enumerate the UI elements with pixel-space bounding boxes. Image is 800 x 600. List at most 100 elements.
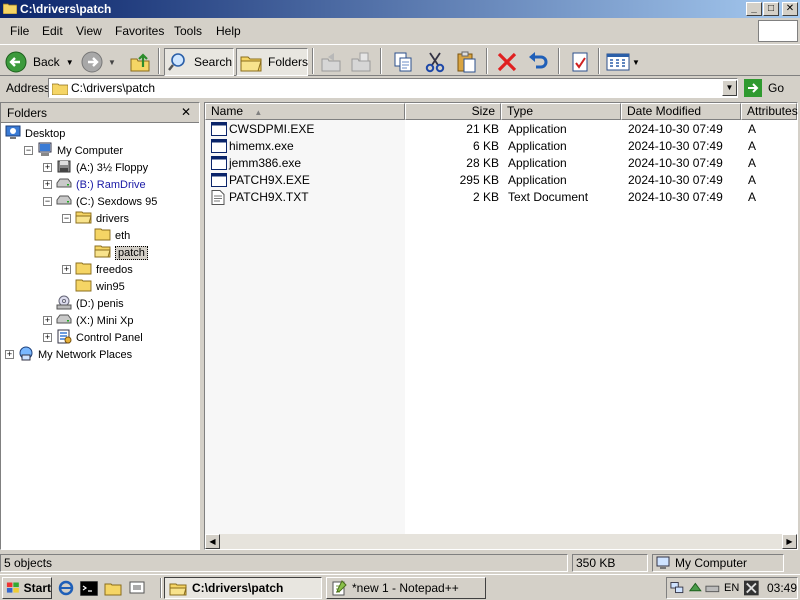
tree-item[interactable]: + My Network Places — [5, 346, 197, 363]
tree-item[interactable]: win95 — [5, 278, 197, 295]
file-size: 2 KB — [472, 190, 499, 204]
scroll-right-button[interactable]: ▶ — [782, 534, 797, 549]
file-row[interactable]: PATCH9X.EXE 295 KB Application 2024-10-30 0… — [205, 172, 797, 189]
scissors-icon — [425, 52, 445, 73]
tree-item[interactable]: − drivers — [5, 210, 197, 227]
undo-button[interactable] — [524, 48, 552, 76]
collapse-icon[interactable]: − — [62, 214, 71, 223]
folders-label: Folders — [268, 55, 309, 69]
tree-item[interactable]: − My Computer — [5, 142, 197, 159]
minimize-button[interactable]: _ — [746, 2, 762, 16]
copy-to-icon — [351, 52, 371, 72]
tree-item[interactable]: + (B:) RamDrive — [5, 176, 197, 193]
collapse-icon[interactable]: − — [43, 197, 52, 206]
tree-item[interactable]: + (A:) 3½ Floppy — [5, 159, 197, 176]
back-arrow-icon — [5, 51, 27, 73]
copy-icon — [394, 52, 412, 72]
column-header-attributes[interactable]: Attributes — [741, 103, 798, 120]
app-icon — [211, 156, 227, 173]
views-button[interactable]: ▼ — [606, 48, 642, 76]
folders-pane: Folders ✕ Desktop − My Computer + (A:) 3½ Fl… — [0, 102, 200, 550]
menu-file[interactable]: File — [10, 24, 29, 38]
menu-bar: File Edit View Favorites Tools Help — [0, 20, 800, 42]
drive-icon — [56, 193, 72, 211]
collapse-icon[interactable]: − — [24, 146, 33, 155]
network-tray-icon[interactable] — [670, 581, 685, 595]
file-size: 295 KB — [459, 173, 499, 187]
column-header-size[interactable]: Size — [405, 103, 501, 120]
tree-item[interactable]: + freedos — [5, 261, 197, 278]
folder-icon — [52, 83, 68, 95]
expand-icon[interactable]: + — [43, 180, 52, 189]
expand-icon[interactable]: + — [43, 333, 52, 342]
up-folder-button[interactable] — [126, 48, 154, 76]
folders-button[interactable]: Folders — [236, 48, 308, 76]
tool-tray-icon[interactable] — [744, 580, 759, 596]
command-prompt-icon[interactable] — [80, 580, 98, 596]
language-indicator[interactable]: EN — [724, 582, 739, 594]
chevron-down-icon[interactable]: ▼ — [108, 58, 116, 67]
tree-item[interactable]: + Control Panel — [5, 329, 197, 346]
paste-button[interactable] — [452, 48, 480, 76]
chevron-down-icon[interactable]: ▼ — [66, 58, 74, 67]
safely-remove-hardware-icon[interactable] — [688, 581, 703, 595]
menu-view[interactable]: View — [76, 24, 102, 38]
title-bar[interactable]: C:\drivers\patch _ □ ✕ — [0, 0, 800, 18]
address-dropdown-button[interactable]: ▼ — [722, 80, 737, 96]
drive-tray-icon[interactable] — [705, 581, 720, 595]
close-button[interactable]: ✕ — [782, 2, 798, 16]
file-name: himemx.exe — [229, 139, 294, 153]
expand-icon[interactable]: + — [43, 163, 52, 172]
address-input[interactable]: C:\drivers\patch ▼ — [48, 78, 738, 98]
file-row[interactable]: jemm386.exe 28 KB Application 2024-10-30 07… — [205, 155, 797, 172]
go-button[interactable]: Go — [744, 78, 798, 98]
computer-icon — [656, 556, 670, 569]
tree-item[interactable]: (D:) penis — [5, 295, 197, 312]
tree-item[interactable]: − (C:) Sexdows 95 — [5, 193, 197, 210]
search-button[interactable]: Search — [164, 48, 234, 76]
floppy-icon — [56, 159, 72, 177]
delete-x-icon — [497, 52, 517, 72]
tree-item-label: (C:) Sexdows 95 — [76, 195, 158, 208]
tree-item-label: My Network Places — [38, 348, 133, 361]
file-row[interactable]: himemx.exe 6 KB Application 2024-10-30 07:4… — [205, 138, 797, 155]
copy-button[interactable] — [389, 48, 417, 76]
column-header-type[interactable]: Type — [501, 103, 621, 120]
expand-icon[interactable]: + — [62, 265, 71, 274]
close-icon[interactable]: ✕ — [181, 105, 191, 119]
tree-item[interactable]: patch — [5, 244, 197, 261]
cut-button[interactable] — [422, 48, 448, 76]
menu-favorites[interactable]: Favorites — [115, 24, 164, 38]
menu-tools[interactable]: Tools — [174, 24, 202, 38]
copy-to-button[interactable] — [348, 48, 374, 76]
expand-icon[interactable]: + — [5, 350, 14, 359]
menu-edit[interactable]: Edit — [42, 24, 63, 38]
column-header-name[interactable]: Name ▲ — [205, 103, 405, 120]
file-row[interactable]: PATCH9X.TXT 2 KB Text Document 2024-10-30 0… — [205, 189, 797, 206]
move-to-button[interactable] — [318, 48, 344, 76]
scroll-left-button[interactable]: ◀ — [205, 534, 220, 549]
task-notepad-plus-plus[interactable]: *new 1 - Notepad++ — [326, 577, 486, 599]
clock: 03:49 — [766, 581, 797, 595]
folders-icon — [240, 56, 262, 72]
delete-button[interactable] — [494, 48, 520, 76]
address-value: C:\drivers\patch — [71, 81, 156, 95]
chevron-down-icon[interactable]: ▼ — [632, 58, 640, 67]
column-header-date-modified[interactable]: Date Modified — [621, 103, 741, 120]
task-explorer[interactable]: C:\drivers\patch — [164, 577, 322, 599]
tree-item[interactable]: + (X:) Mini Xp — [5, 312, 197, 329]
folder-icon[interactable] — [104, 581, 122, 596]
back-button[interactable]: Back ▼ — [4, 48, 78, 76]
menu-help[interactable]: Help — [216, 24, 241, 38]
tree-item[interactable]: eth — [5, 227, 197, 244]
internet-explorer-icon[interactable] — [58, 580, 74, 596]
file-row[interactable]: CWSDPMI.EXE 21 KB Application 2024-10-30 07… — [205, 121, 797, 138]
maximize-button[interactable]: □ — [763, 2, 779, 16]
start-button[interactable]: Start — [2, 577, 52, 599]
show-desktop-icon[interactable] — [128, 581, 146, 596]
horizontal-scrollbar[interactable]: ◀ ▶ — [205, 534, 797, 549]
tree-item[interactable]: Desktop — [5, 125, 197, 142]
properties-button[interactable] — [566, 48, 594, 76]
expand-icon[interactable]: + — [43, 316, 52, 325]
forward-button[interactable]: ▼ — [80, 48, 120, 76]
